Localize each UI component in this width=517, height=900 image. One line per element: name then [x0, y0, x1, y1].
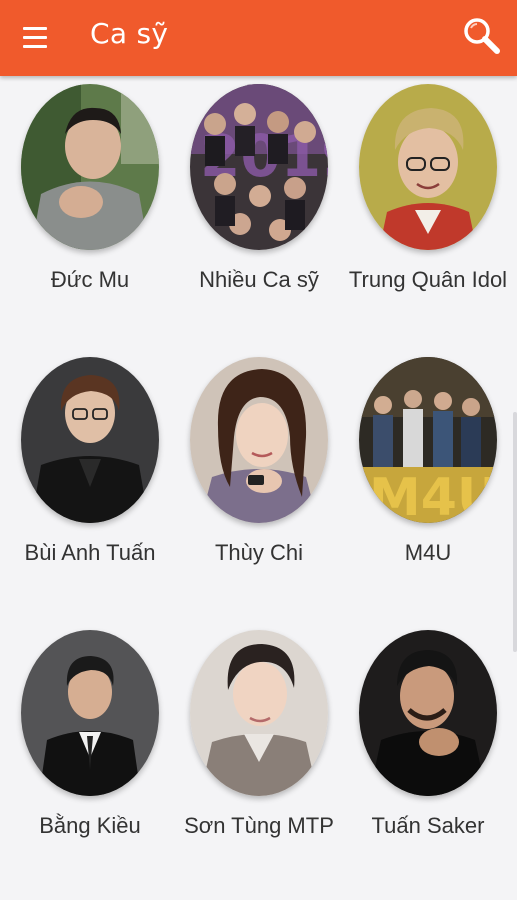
artist-card[interactable]: Tuấn Saker	[338, 622, 510, 894]
scrollbar[interactable]	[513, 412, 517, 652]
artist-card[interactable]: M4U M4U	[338, 349, 510, 621]
artist-grid: Đức Mu 2019 N	[0, 76, 517, 900]
artist-card[interactable]: Bằng Kiều	[0, 622, 172, 894]
artist-avatar	[21, 84, 159, 250]
artist-card[interactable]: Bùi Anh Tuấn	[0, 349, 172, 621]
artist-card[interactable]: Sơn Tùng MTP	[169, 622, 341, 894]
artist-card[interactable]: Đức Mu	[0, 76, 172, 348]
artist-avatar	[190, 630, 328, 796]
artist-name: M4U	[404, 540, 452, 565]
artist-name: Nhiều Ca sỹ	[199, 267, 319, 292]
artist-card[interactable]: Trung Quân Idol	[338, 76, 510, 348]
artist-name: Trung Quân Idol	[348, 267, 508, 292]
artist-name: Bằng Kiều	[39, 813, 141, 838]
artist-avatar	[21, 630, 159, 796]
artist-card[interactable]: Thùy Chi	[169, 349, 341, 621]
artist-name: Đức Mu	[50, 267, 130, 292]
artist-name: Bùi Anh Tuấn	[24, 540, 156, 565]
artist-avatar: 2019	[190, 84, 328, 250]
artist-avatar	[359, 630, 497, 796]
artist-name: Sơn Tùng MTP	[184, 813, 334, 838]
artist-avatar	[190, 357, 328, 523]
svg-text:M4U: M4U	[369, 468, 497, 523]
artist-avatar	[21, 357, 159, 523]
artist-avatar	[359, 84, 497, 250]
artist-name: Thùy Chi	[214, 540, 304, 565]
hamburger-menu-icon[interactable]	[16, 20, 56, 54]
app-bar: Ca sỹ	[0, 0, 517, 76]
artist-name: Tuấn Saker	[371, 813, 485, 838]
artist-card[interactable]: 2019 Nhiều Ca sỹ	[169, 76, 341, 348]
page-title: Ca sỹ	[90, 17, 169, 50]
search-icon[interactable]	[460, 14, 504, 58]
artist-avatar: M4U	[359, 357, 497, 523]
